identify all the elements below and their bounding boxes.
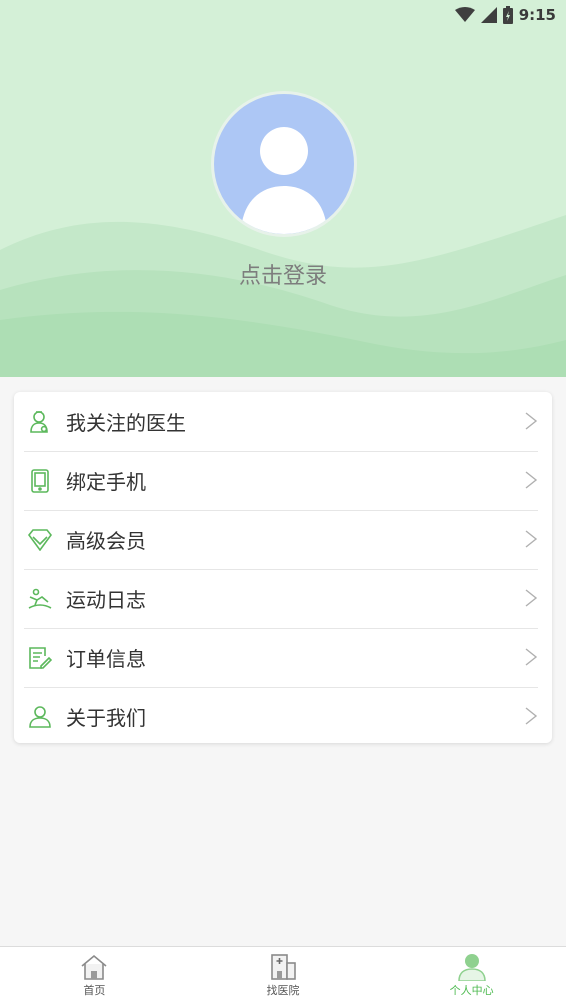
chevron-right-icon bbox=[525, 648, 538, 666]
menu-item-exercise-log[interactable]: 运动日志 bbox=[14, 569, 552, 628]
chevron-right-icon bbox=[525, 530, 538, 548]
order-icon bbox=[28, 646, 52, 670]
person-icon bbox=[28, 705, 52, 729]
menu-card: 我关注的医生 绑定手机 高级会员 运动日志 订单信息 关于我们 bbox=[14, 392, 552, 743]
tab-label: 个人中心 bbox=[449, 984, 494, 997]
menu-item-followed-doctors[interactable]: 我关注的医生 bbox=[14, 392, 552, 451]
phone-icon bbox=[28, 468, 52, 493]
menu-item-label: 绑定手机 bbox=[66, 470, 146, 494]
tab-home[interactable]: 首页 bbox=[0, 947, 189, 1007]
chevron-right-icon bbox=[525, 471, 538, 489]
menu-item-about-us[interactable]: 关于我们 bbox=[14, 687, 552, 746]
battery-icon bbox=[502, 6, 513, 24]
default-user-icon bbox=[241, 127, 327, 234]
tab-label: 首页 bbox=[83, 984, 106, 997]
diamond-icon bbox=[28, 528, 52, 552]
login-link[interactable]: 点击登录 bbox=[0, 258, 566, 290]
tab-label: 找医院 bbox=[266, 984, 300, 997]
hospital-icon bbox=[271, 954, 296, 980]
menu-item-label: 我关注的医生 bbox=[66, 411, 186, 435]
exercise-icon bbox=[28, 587, 52, 611]
menu-item-label: 关于我们 bbox=[66, 706, 146, 730]
wifi-icon bbox=[454, 7, 475, 22]
status-time: 9:15 bbox=[518, 6, 556, 24]
profile-header: 9:15 点击登录 bbox=[0, 0, 566, 377]
menu-item-label: 订单信息 bbox=[66, 647, 146, 671]
status-bar: 9:15 bbox=[454, 4, 556, 26]
home-icon bbox=[81, 954, 107, 980]
tab-find-hospital[interactable]: 找医院 bbox=[189, 947, 378, 1007]
bottom-tab-bar: 首页 找医院 个人中心 bbox=[0, 946, 566, 1007]
menu-item-label: 高级会员 bbox=[66, 529, 146, 553]
menu-item-label: 运动日志 bbox=[66, 588, 146, 612]
menu-item-bind-phone[interactable]: 绑定手机 bbox=[14, 451, 552, 510]
chevron-right-icon bbox=[525, 412, 538, 430]
signal-icon bbox=[480, 7, 497, 23]
menu-item-order-info[interactable]: 订单信息 bbox=[14, 628, 552, 687]
menu-item-premium-member[interactable]: 高级会员 bbox=[14, 510, 552, 569]
tab-user-center[interactable]: 个人中心 bbox=[377, 947, 566, 1007]
chevron-right-icon bbox=[525, 707, 538, 725]
avatar[interactable] bbox=[211, 91, 357, 237]
chevron-right-icon bbox=[525, 589, 538, 607]
doctor-icon bbox=[28, 410, 52, 434]
user-center-icon bbox=[457, 954, 486, 981]
